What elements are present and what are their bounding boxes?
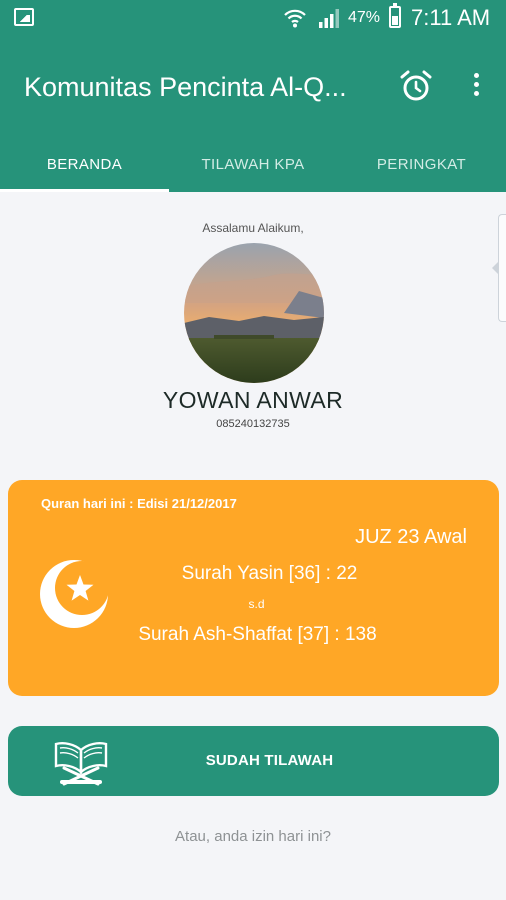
greeting-text: Assalamu Alaikum,	[202, 221, 304, 235]
juz-label: JUZ 23 Awal	[355, 526, 467, 548]
app-bar: Komunitas Pencinta Al-Q...	[0, 36, 506, 136]
tab-tilawah-kpa[interactable]: TILAWAH KPA	[169, 136, 337, 192]
tab-bar: BERANDA TILAWAH KPA PERINGKAT	[0, 136, 506, 192]
user-phone: 085240132735	[216, 418, 290, 430]
clock: 7:11 AM	[411, 5, 491, 30]
surah-end: Surah Ash-Shaffat [37] : 138	[138, 624, 377, 645]
battery-icon	[389, 3, 401, 28]
avatar[interactable]	[184, 243, 324, 383]
gallery-icon	[14, 8, 34, 26]
alarm-icon[interactable]	[398, 68, 434, 104]
signal-icon	[319, 9, 339, 28]
sudah-tilawah-label: SUDAH TILAWAH	[205, 752, 334, 769]
app-title: Komunitas Pencinta Al-Q...	[24, 72, 347, 102]
surah-start: Surah Yasin [36] : 22	[181, 563, 358, 584]
sudah-tilawah-button[interactable]: SUDAH TILAWAH	[8, 726, 499, 796]
status-bar: 47% 7:11 AM	[0, 0, 506, 36]
izin-link[interactable]: Atau, anda izin hari ini?	[0, 828, 506, 845]
wifi-icon	[284, 9, 306, 28]
user-name: YOWAN ANWAR	[162, 387, 344, 413]
edition-label: Quran hari ini : Edisi 21/12/2017	[41, 496, 237, 511]
more-vert-icon[interactable]	[464, 70, 488, 102]
range-separator: s.d	[248, 597, 265, 611]
tab-peringkat[interactable]: PERINGKAT	[337, 136, 506, 192]
quran-today-card: Quran hari ini : Edisi 21/12/2017 JUZ 23…	[8, 480, 499, 696]
tab-beranda[interactable]: BERANDA	[0, 136, 169, 192]
battery-percent: 47%	[348, 9, 381, 26]
